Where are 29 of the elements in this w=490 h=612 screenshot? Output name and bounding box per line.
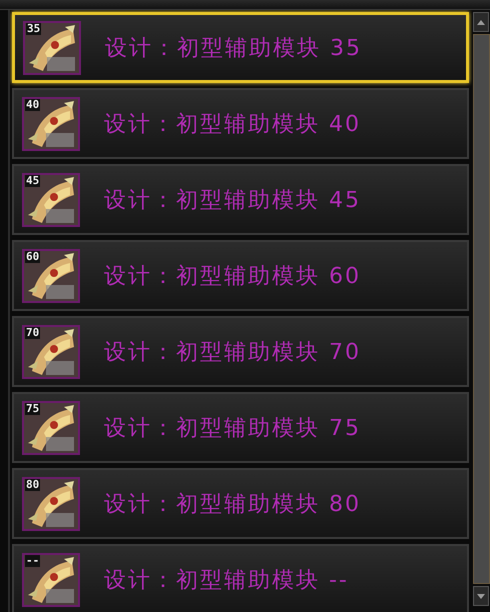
item-name: 设计：初型辅助模块 45 <box>104 186 361 214</box>
scroll-down-button[interactable] <box>473 586 489 606</box>
list-item[interactable]: 70 设计：初型辅助模块 70 <box>12 316 469 387</box>
item-name: 设计：初型辅助模块 35 <box>105 34 362 62</box>
up-arrow-icon <box>477 20 485 24</box>
item-name: 设计：初型辅助模块 70 <box>104 338 361 366</box>
scroll-up-button[interactable] <box>473 12 489 32</box>
item-name: 设计：初型辅助模块 75 <box>104 414 361 442</box>
level-label: 45 <box>25 174 40 186</box>
down-arrow-icon <box>477 594 485 598</box>
list-item[interactable]: -- 设计：初型辅助模块 -- <box>12 544 469 612</box>
item-name: 设计：初型辅助模块 -- <box>104 566 349 594</box>
list-item[interactable]: 60 设计：初型辅助模块 60 <box>12 240 469 311</box>
list-item[interactable]: 80 设计：初型辅助模块 80 <box>12 468 469 539</box>
item-name: 设计：初型辅助模块 60 <box>104 262 361 290</box>
scrollbar-track[interactable] <box>473 34 490 584</box>
level-label: 35 <box>26 22 42 34</box>
level-label: 40 <box>25 98 40 110</box>
level-label: 70 <box>25 326 40 338</box>
list-item[interactable]: 35 设计：初型辅助模块 35 <box>12 12 469 83</box>
level-label: -- <box>25 554 40 566</box>
item-name: 设计：初型辅助模块 40 <box>104 110 361 138</box>
list-item[interactable]: 45 设计：初型辅助模块 45 <box>12 164 469 235</box>
list-item[interactable]: 40 设计：初型辅助模块 40 <box>12 88 469 159</box>
item-name: 设计：初型辅助模块 80 <box>104 490 361 518</box>
level-label: 75 <box>25 402 40 414</box>
list-item[interactable]: 75 设计：初型辅助模块 75 <box>12 392 469 463</box>
level-label: 60 <box>25 250 40 262</box>
level-label: 80 <box>25 478 40 490</box>
